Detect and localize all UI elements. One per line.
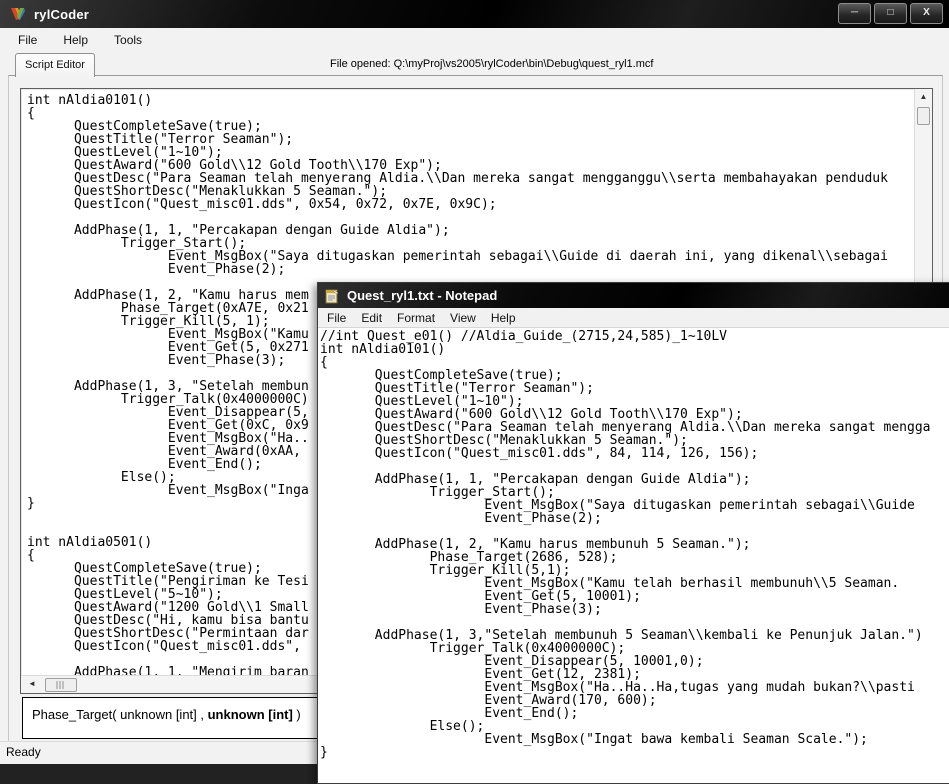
scroll-thumb-grip [57, 681, 66, 689]
notepad-menubar: File Edit Format View Help [318, 308, 949, 328]
close-button[interactable]: X [910, 3, 943, 24]
code-line: int nAldia0101() [27, 94, 915, 107]
text-line: } [320, 746, 949, 759]
menu-item[interactable]: File [18, 33, 37, 47]
file-opened-label: File opened: Q:\myProj\vs2005\rylCoder\b… [330, 58, 653, 70]
menu-item[interactable]: Tools [114, 33, 142, 47]
vertical-scroll-thumb[interactable] [917, 107, 930, 125]
menu-item[interactable]: View [450, 311, 476, 325]
rylcoder-app-icon [9, 5, 27, 23]
code-line: Event_Phase(2); [27, 263, 915, 276]
tab-script-editor[interactable]: Script Editor [15, 53, 95, 77]
menu-item[interactable]: File [327, 311, 346, 325]
rylcoder-titlebar[interactable]: rylCoder ─ □ X [0, 0, 949, 28]
menu-item[interactable]: Help [63, 33, 88, 47]
screen: { "rylcoder": { "title": "rylCoder", "wi… [0, 0, 949, 764]
menu-item[interactable]: Format [397, 311, 435, 325]
notepad-window-title: Quest_ryl1.txt - Notepad [347, 288, 497, 303]
maximize-button[interactable]: □ [874, 3, 907, 24]
scroll-up-icon[interactable]: ▲ [915, 89, 932, 105]
notepad-text-area[interactable]: //int Quest_e01() //Aldia_Guide_(2715,24… [318, 328, 949, 783]
horizontal-scroll-thumb[interactable] [45, 678, 77, 692]
notepad-titlebar[interactable]: Quest_ryl1.txt - Notepad [318, 283, 949, 308]
rylcoder-window-title: rylCoder [34, 7, 89, 22]
hint-current-param: unknown [int] [208, 707, 293, 722]
menu-item[interactable]: Help [491, 311, 516, 325]
text-line: int nAldia0101() [320, 343, 949, 356]
text-line: Event_Phase(3); [320, 603, 949, 616]
code-line: QuestIcon("Quest_misc01.dds", 0x54, 0x72… [27, 198, 915, 211]
scroll-left-icon[interactable]: ◄ [25, 676, 39, 692]
rylcoder-caption-buttons: ─ □ X [838, 3, 943, 24]
text-line: QuestIcon("Quest_misc01.dds", 84, 114, 1… [320, 447, 949, 460]
notepad-icon [324, 288, 340, 304]
hint-text-end: ) [293, 707, 301, 722]
hint-text-start: Phase_Target( unknown [int] , [32, 707, 208, 722]
menu-item[interactable]: Edit [361, 311, 382, 325]
notepad-window: Quest_ryl1.txt - Notepad File Edit Format V… [317, 282, 949, 784]
text-line: Event_MsgBox("Ingat bawa kembali Seaman … [320, 733, 949, 746]
rylcoder-menubar: File Help Tools [0, 28, 949, 52]
text-line: Event_Phase(2); [320, 512, 949, 525]
minimize-button[interactable]: ─ [838, 3, 871, 24]
